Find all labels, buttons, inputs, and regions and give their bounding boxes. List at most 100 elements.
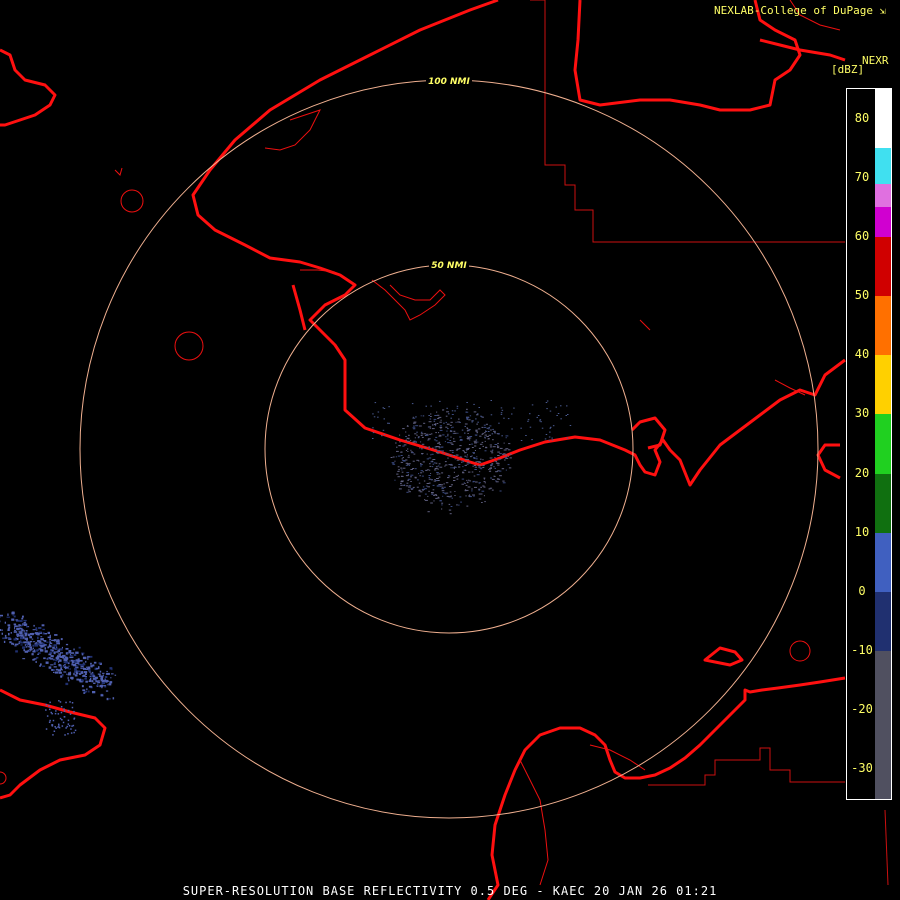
echo-pixel	[407, 451, 409, 452]
echo-pixel	[59, 659, 62, 662]
echo-pixel	[474, 434, 478, 436]
echo-pixel	[399, 434, 401, 436]
echo-pixel	[464, 432, 466, 434]
echo-pixel	[482, 465, 485, 467]
echo-pixel	[21, 624, 24, 627]
echo-pixel	[431, 447, 434, 449]
echo-pixel	[50, 655, 54, 658]
echo-pixel	[38, 627, 42, 629]
echo-pixel	[420, 463, 422, 465]
echo-pixel	[28, 650, 30, 652]
echo-pixel	[15, 639, 17, 641]
echo-pixel	[546, 408, 548, 410]
echo-pixel	[405, 439, 408, 441]
echo-pixel	[8, 638, 12, 640]
echo-pixel	[420, 435, 423, 436]
echo-pixel	[63, 708, 65, 710]
echo-pixel	[424, 493, 427, 495]
echo-pixel	[496, 446, 500, 448]
echo-pixel	[484, 432, 486, 434]
echo-pixel	[432, 466, 434, 468]
echo-pixel	[428, 475, 431, 476]
echo-pixel	[434, 469, 437, 471]
echo-pixel	[464, 489, 467, 491]
echo-pixel	[109, 681, 113, 684]
echo-pixel	[499, 490, 502, 492]
echo-pixel	[437, 442, 440, 444]
echo-pixel	[450, 495, 452, 497]
echo-pixel	[7, 637, 11, 639]
echo-pixel	[400, 482, 402, 484]
echo-pixel	[495, 481, 499, 483]
echo-pixel	[18, 642, 20, 645]
echo-pixel	[507, 449, 511, 451]
echo-pixel	[479, 435, 482, 437]
range-ring-label-50: 50 NMI	[431, 261, 467, 271]
echo-pixel	[434, 425, 437, 427]
echo-pixel	[43, 644, 45, 647]
echo-pixel	[429, 469, 431, 471]
echo-pixel	[422, 471, 424, 473]
echo-pixel	[450, 484, 453, 486]
echo-pixel	[452, 426, 454, 428]
echo-pixel	[412, 486, 415, 488]
product-caption: SUPER-RESOLUTION BASE REFLECTIVITY 0.5 D…	[182, 884, 718, 898]
echo-pixel	[418, 482, 421, 484]
echo-pixel	[456, 405, 459, 407]
echo-pixel	[390, 457, 393, 458]
echo-pixel	[14, 629, 16, 632]
echo-pixel	[427, 426, 430, 428]
echo-pixel	[453, 480, 456, 481]
echo-pixel	[468, 444, 471, 445]
echo-pixel	[4, 637, 8, 639]
echo-pixel	[104, 679, 107, 681]
echo-pixel	[503, 449, 507, 451]
echo-pixel	[500, 413, 503, 415]
echo-pixel	[408, 491, 411, 493]
echo-pixel	[74, 729, 77, 732]
echo-pixel	[405, 475, 409, 477]
echo-pixel	[429, 418, 432, 420]
echo-pixel	[398, 488, 402, 490]
echo-pixel	[397, 455, 401, 457]
echo-pixel	[478, 461, 481, 463]
echo-pixel	[408, 434, 410, 436]
echo-pixel	[418, 473, 420, 475]
echo-pixel	[469, 429, 471, 431]
echo-pixel	[529, 426, 532, 428]
echo-pixel	[61, 665, 63, 668]
echo-pixel	[567, 414, 569, 415]
echo-pixel	[427, 511, 430, 513]
echo-pixel	[420, 470, 423, 472]
echo-pixel	[4, 634, 7, 637]
echo-pixel	[37, 652, 41, 654]
echo-pixel	[111, 673, 114, 675]
echo-pixel	[64, 667, 66, 670]
echo-pixel	[73, 672, 75, 676]
echo-pixel	[392, 456, 395, 458]
echo-pixel	[438, 473, 441, 475]
echo-pixel	[477, 441, 479, 443]
echo-pixel	[42, 628, 45, 631]
echo-pixel	[469, 415, 472, 417]
echo-pixel	[82, 679, 84, 682]
echo-pixel	[500, 412, 503, 414]
echo-pixel	[11, 618, 15, 621]
echo-pixel	[468, 462, 471, 464]
echo-pixel	[435, 440, 438, 442]
echo-pixel	[57, 669, 61, 672]
echo-pixel	[432, 489, 435, 491]
echo-pixel	[32, 658, 35, 661]
echo-pixel	[489, 446, 493, 448]
echo-pixel	[49, 651, 53, 654]
echo-pixel	[405, 436, 407, 437]
echo-pixel	[456, 407, 459, 409]
echo-pixel	[475, 430, 478, 432]
external-link-icon[interactable]: ⇲	[880, 6, 886, 17]
echo-pixel	[90, 665, 93, 668]
echo-pixel	[491, 452, 494, 454]
echo-pixel	[102, 672, 105, 674]
echo-pixel	[72, 724, 75, 727]
echo-pixel	[493, 466, 495, 468]
echo-pixel	[62, 656, 65, 659]
